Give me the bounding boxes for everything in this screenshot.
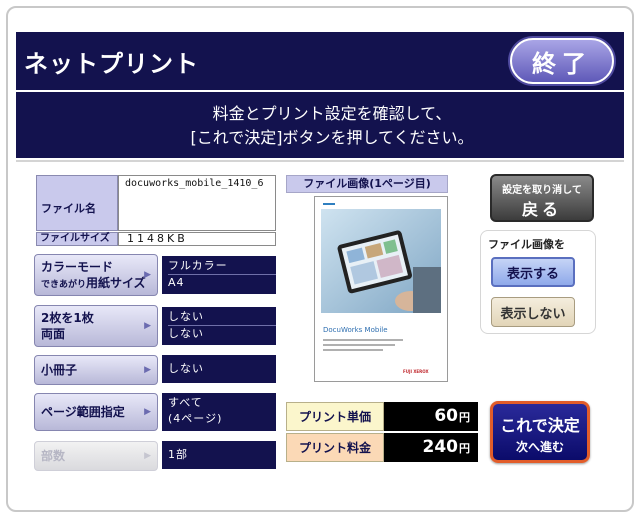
page-range-value-2: (4ページ) xyxy=(168,412,223,425)
preview-caption: ファイル画像(1ページ目) xyxy=(286,175,448,193)
nup-value: しない xyxy=(168,310,204,323)
image-toggle-label: ファイル画像を xyxy=(488,238,565,251)
copies-button[interactable]: 部数 ▶ xyxy=(34,441,158,471)
confirm-line-1: これで決定 xyxy=(500,416,580,435)
preview-thumbnail: DocuWorks Mobile FUJI XEROX xyxy=(315,197,447,381)
app-title: ネットプリント xyxy=(24,50,199,78)
preview-brand: FUJI XEROX xyxy=(403,369,429,374)
page-range-label: ページ範囲指定 xyxy=(41,405,125,419)
page-range-button[interactable]: ページ範囲指定 ▶ xyxy=(34,393,158,431)
header-bar: ネットプリント 終了 xyxy=(16,32,624,90)
file-name-value: docuworks_mobile_1410_6 xyxy=(118,175,276,231)
file-size-label: ファイルサイズ xyxy=(36,232,118,246)
total-price-value: 240円 xyxy=(384,433,478,462)
nup-value-box: しない しない xyxy=(162,307,276,345)
cancel-line-2: 戻る xyxy=(521,200,562,219)
preview-doc-title: DocuWorks Mobile xyxy=(323,326,388,334)
color-mode-value-box: フルカラー A4 xyxy=(162,256,276,294)
nup-duplex-button[interactable]: 2枚を1枚 両面 ▶ xyxy=(34,305,158,347)
exit-button[interactable]: 終了 xyxy=(510,38,614,84)
total-price-label: プリント料金 xyxy=(286,433,384,462)
confirm-line-2: 次へ進む xyxy=(515,440,564,454)
hide-image-button[interactable]: 表示しない xyxy=(491,297,575,327)
unit-price-value: 60円 xyxy=(384,402,478,431)
unit-price-label: プリント単価 xyxy=(286,402,384,431)
document-preview: DocuWorks Mobile FUJI XEROX xyxy=(314,196,448,382)
chevron-right-icon: ▶ xyxy=(144,407,151,417)
page-range-value-1: すべて xyxy=(168,396,203,409)
copies-label: 部数 xyxy=(41,449,66,463)
duplex-value: しない xyxy=(168,325,276,341)
file-name-label: ファイル名 xyxy=(36,175,118,231)
duplex-label: 両面 xyxy=(41,327,66,341)
chevron-right-icon: ▶ xyxy=(144,365,151,375)
cancel-line-1: 設定を取り消して xyxy=(502,185,582,196)
page-range-value-box: すべて (4ページ) xyxy=(162,393,276,431)
instruction-line-2: [これで決定]ボタンを押してください。 xyxy=(190,128,474,147)
cancel-settings-button[interactable]: 設定を取り消して 戻る xyxy=(490,174,594,222)
chevron-right-icon: ▶ xyxy=(144,321,151,331)
file-size-value: 1148KB xyxy=(118,232,276,246)
show-image-button[interactable]: 表示する xyxy=(491,257,575,287)
copies-value-box: 1部 xyxy=(162,441,276,469)
color-mode-value: フルカラー xyxy=(168,259,228,272)
nup-label: 2枚を1枚 xyxy=(41,311,94,325)
chevron-right-icon: ▶ xyxy=(144,451,151,461)
paper-size-value: A4 xyxy=(168,274,276,290)
paper-size-label: できあがり用紙サイズ xyxy=(41,276,146,290)
booklet-label: 小冊子 xyxy=(41,363,78,377)
color-mode-button[interactable]: カラーモード できあがり用紙サイズ ▶ xyxy=(34,254,158,296)
booklet-value-box: しない xyxy=(162,355,276,383)
color-mode-label: カラーモード xyxy=(41,260,114,274)
confirm-button[interactable]: これで決定 次へ進む xyxy=(490,401,590,463)
instruction-line-1: 料金とプリント設定を確認して、 xyxy=(212,104,452,123)
copies-value: 1部 xyxy=(168,448,188,461)
booklet-button[interactable]: 小冊子 ▶ xyxy=(34,355,158,385)
instruction-banner: 料金とプリント設定を確認して、 [これで決定]ボタンを押してください。 xyxy=(16,92,624,158)
booklet-value: しない xyxy=(168,362,204,375)
chevron-right-icon: ▶ xyxy=(144,270,151,280)
